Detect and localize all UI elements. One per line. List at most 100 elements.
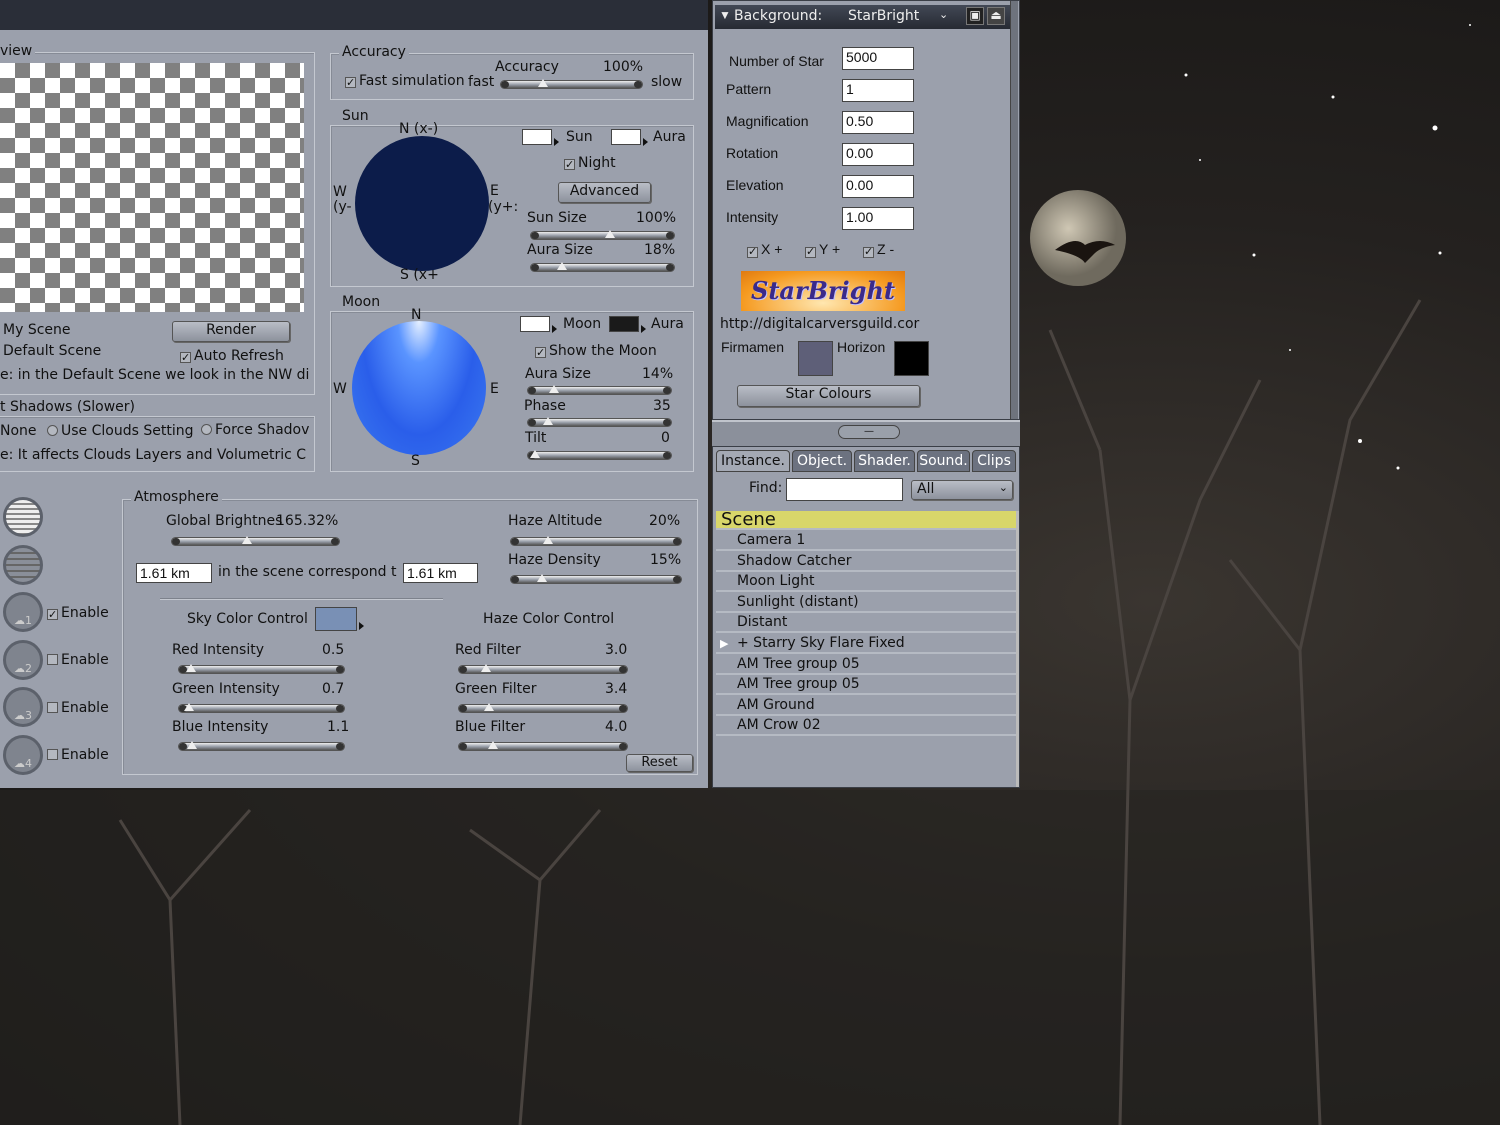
slider-thumb[interactable] bbox=[543, 536, 554, 544]
blue-filter-slider[interactable] bbox=[458, 741, 628, 751]
global-brightness-slider[interactable] bbox=[171, 536, 340, 546]
horizon-color-swatch[interactable] bbox=[894, 341, 929, 376]
firmament-color-swatch[interactable] bbox=[798, 341, 833, 376]
double-chevron-down-icon[interactable]: ⌄ bbox=[939, 8, 948, 21]
green-intensity-slider[interactable] bbox=[178, 703, 345, 713]
save-preset-icon[interactable]: ▣ bbox=[966, 7, 984, 25]
haze-altitude-slider[interactable] bbox=[510, 536, 682, 546]
slider-thumb[interactable] bbox=[557, 262, 568, 270]
fast-simulation-checkbox[interactable]: ✓ Fast simulation bbox=[345, 73, 465, 89]
red-filter-slider[interactable] bbox=[458, 664, 628, 674]
moon-aura-swatch[interactable] bbox=[609, 316, 639, 332]
moon-color-swatch[interactable] bbox=[520, 316, 550, 332]
expand-arrow-icon[interactable]: ▶ bbox=[720, 634, 728, 653]
night-checkbox[interactable]: ✓ Night bbox=[564, 155, 616, 171]
cloud-layer-1-icon[interactable]: ☁1 bbox=[3, 592, 43, 632]
phase-slider[interactable] bbox=[527, 417, 672, 427]
magnification-field[interactable]: 0.50 bbox=[842, 111, 914, 134]
show-moon-checkbox[interactable]: ✓ Show the Moon bbox=[535, 343, 657, 359]
scene-root-row[interactable]: Scene bbox=[716, 511, 1016, 530]
sun-aura-swatch[interactable] bbox=[611, 129, 641, 145]
sun-color-arrow-icon[interactable] bbox=[554, 138, 559, 146]
collapse-triangle-icon[interactable]: ▼ bbox=[719, 8, 731, 22]
tab-sound[interactable]: Sound. bbox=[917, 450, 970, 472]
auto-refresh-checkbox[interactable]: ✓ Auto Refresh bbox=[180, 348, 284, 364]
scene-item-row[interactable]: Moon Light bbox=[716, 572, 1016, 593]
sky-color-swatch[interactable] bbox=[315, 607, 357, 631]
moon-position-disc[interactable] bbox=[352, 321, 486, 455]
scene-item-row[interactable]: AM Tree group 05 bbox=[716, 655, 1016, 675]
accuracy-slider[interactable] bbox=[500, 79, 643, 89]
filter-dropdown[interactable]: All ⌄ bbox=[911, 480, 1013, 500]
slider-thumb[interactable] bbox=[543, 417, 554, 425]
cloud-layer-2-enable[interactable]: Enable bbox=[47, 652, 109, 668]
website-link[interactable]: http://digitalcarversguild.cor bbox=[720, 316, 930, 332]
use-clouds-radio[interactable]: Use Clouds Setting bbox=[47, 423, 193, 439]
slider-thumb[interactable] bbox=[484, 703, 495, 711]
real-distance-field[interactable]: 1.61 km bbox=[403, 563, 478, 583]
number-of-stars-field[interactable]: 5000 bbox=[842, 47, 914, 70]
moon-aura-arrow-icon[interactable] bbox=[641, 325, 646, 333]
slider-thumb[interactable] bbox=[604, 230, 615, 238]
elevation-field[interactable]: 0.00 bbox=[842, 175, 914, 198]
tab-shader[interactable]: Shader. bbox=[854, 450, 915, 472]
find-input[interactable] bbox=[786, 478, 903, 501]
x-plus-checkbox[interactable]: ✓ X + bbox=[747, 241, 782, 258]
scene-item-row[interactable]: Sunlight (distant) bbox=[716, 593, 1016, 613]
slider-thumb[interactable] bbox=[530, 450, 541, 458]
background-preset-dropdown[interactable]: StarBright bbox=[848, 8, 919, 24]
scene-item-row[interactable]: Camera 1 bbox=[716, 531, 1016, 551]
cloud-layer-3-enable[interactable]: Enable bbox=[47, 700, 109, 716]
slider-thumb[interactable] bbox=[548, 385, 559, 393]
slider-thumb[interactable] bbox=[183, 703, 194, 711]
intensity-field[interactable]: 1.00 bbox=[842, 207, 914, 230]
shadow-none-option[interactable]: None bbox=[0, 423, 37, 439]
sun-aura-size-slider[interactable] bbox=[530, 262, 675, 272]
cloud-texture-icon[interactable] bbox=[3, 545, 43, 585]
tab-instance[interactable]: Instance. bbox=[716, 450, 790, 472]
sun-color-swatch[interactable] bbox=[522, 129, 552, 145]
cloud-layer-4-enable[interactable]: Enable bbox=[47, 747, 109, 763]
splitter-handle[interactable]: — bbox=[838, 425, 900, 439]
sky-layer-icon[interactable] bbox=[3, 497, 43, 537]
scene-item-row[interactable]: AM Ground bbox=[716, 696, 1016, 716]
slider-thumb[interactable] bbox=[538, 79, 549, 87]
tilt-slider[interactable] bbox=[527, 450, 672, 460]
slider-thumb[interactable] bbox=[487, 741, 498, 749]
advanced-button[interactable]: Advanced bbox=[558, 182, 651, 203]
load-preset-icon[interactable]: ⏏ bbox=[987, 7, 1005, 25]
reset-button[interactable]: Reset bbox=[626, 754, 693, 772]
sun-size-slider[interactable] bbox=[530, 230, 675, 240]
tab-clips[interactable]: Clips bbox=[972, 450, 1016, 472]
blue-intensity-slider[interactable] bbox=[178, 741, 345, 751]
list-scrollbar[interactable] bbox=[1016, 511, 1019, 787]
sun-position-disc[interactable] bbox=[355, 136, 489, 271]
rotation-field[interactable]: 0.00 bbox=[842, 143, 914, 166]
slider-thumb[interactable] bbox=[242, 536, 253, 544]
slider-thumb[interactable] bbox=[480, 664, 491, 672]
force-shadow-radio[interactable]: Force Shadov bbox=[201, 422, 314, 438]
star-colours-button[interactable]: Star Colours bbox=[737, 385, 920, 407]
z-minus-checkbox[interactable]: ✓ Z - bbox=[863, 241, 894, 258]
slider-thumb[interactable] bbox=[536, 574, 547, 582]
scene-item-row[interactable]: AM Crow 02 bbox=[716, 716, 1016, 737]
sun-aura-arrow-icon[interactable] bbox=[643, 138, 648, 146]
slider-thumb[interactable] bbox=[185, 664, 196, 672]
cloud-layer-4-icon[interactable]: ☁4 bbox=[3, 735, 43, 775]
cloud-layer-1-enable[interactable]: ✓ Enable bbox=[47, 605, 109, 621]
cloud-layer-3-icon[interactable]: ☁3 bbox=[3, 687, 43, 727]
pattern-field[interactable]: 1 bbox=[842, 79, 914, 102]
moon-aura-size-slider[interactable] bbox=[527, 385, 672, 395]
scene-item-row[interactable]: Shadow Catcher bbox=[716, 552, 1016, 572]
moon-color-arrow-icon[interactable] bbox=[552, 325, 557, 333]
haze-density-slider[interactable] bbox=[510, 574, 682, 584]
y-plus-checkbox[interactable]: ✓ Y + bbox=[805, 241, 840, 258]
render-button[interactable]: Render bbox=[172, 321, 290, 342]
sky-color-arrow-icon[interactable] bbox=[359, 622, 364, 630]
scene-distance-field[interactable]: 1.61 km bbox=[136, 563, 212, 583]
tab-object[interactable]: Object. bbox=[792, 450, 852, 472]
scene-item-row[interactable]: ▶ + Starry Sky Flare Fixed bbox=[716, 634, 1016, 654]
vertical-scrollbar[interactable] bbox=[1010, 1, 1018, 419]
slider-thumb[interactable] bbox=[187, 741, 198, 749]
green-filter-slider[interactable] bbox=[458, 703, 628, 713]
